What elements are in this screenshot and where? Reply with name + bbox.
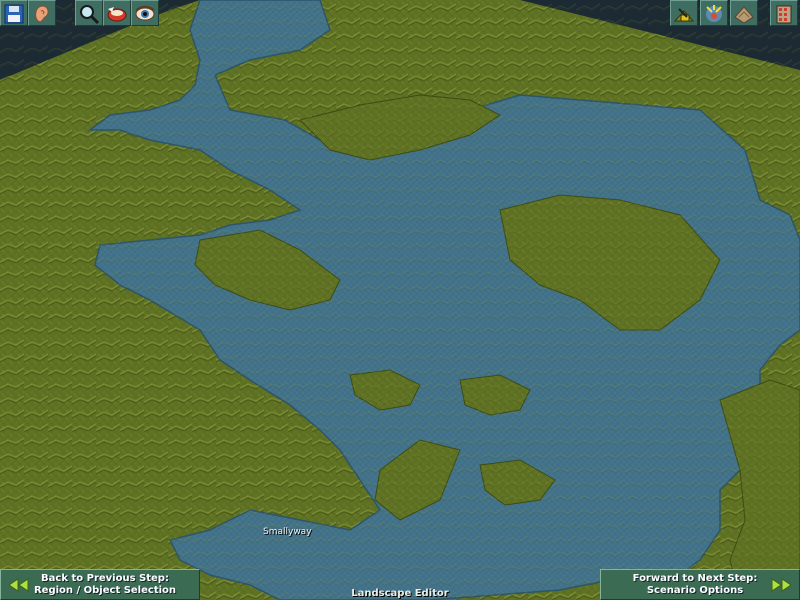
zoom-button[interactable]	[75, 0, 103, 26]
water-tool-icon	[706, 5, 722, 22]
back-step-line1: Back to Previous Step:	[41, 573, 169, 584]
ear-icon	[35, 5, 49, 23]
town-label[interactable]: Smallyway	[263, 527, 312, 537]
land-tool-button[interactable]	[670, 0, 698, 26]
rotate-icon	[107, 7, 127, 22]
audio-button[interactable]	[28, 0, 56, 26]
land-tool-icon	[673, 8, 695, 22]
eye-icon	[135, 5, 155, 21]
building-list-button[interactable]	[770, 0, 798, 26]
relief-overlay	[0, 0, 800, 600]
scenery-button[interactable]	[730, 0, 758, 26]
editor-title: Landscape Editor	[351, 588, 449, 599]
building-list-icon	[776, 5, 792, 24]
rotate-button[interactable]	[103, 0, 131, 26]
view-options-button[interactable]	[131, 0, 159, 26]
landscape-map[interactable]	[0, 0, 800, 600]
save-button[interactable]	[0, 0, 28, 26]
save-icon	[4, 4, 24, 24]
forward-step-line1: Forward to Next Step:	[632, 573, 758, 584]
water-tool-button[interactable]	[700, 0, 728, 26]
scenery-icon	[734, 6, 754, 24]
magnifier-icon	[80, 5, 100, 25]
